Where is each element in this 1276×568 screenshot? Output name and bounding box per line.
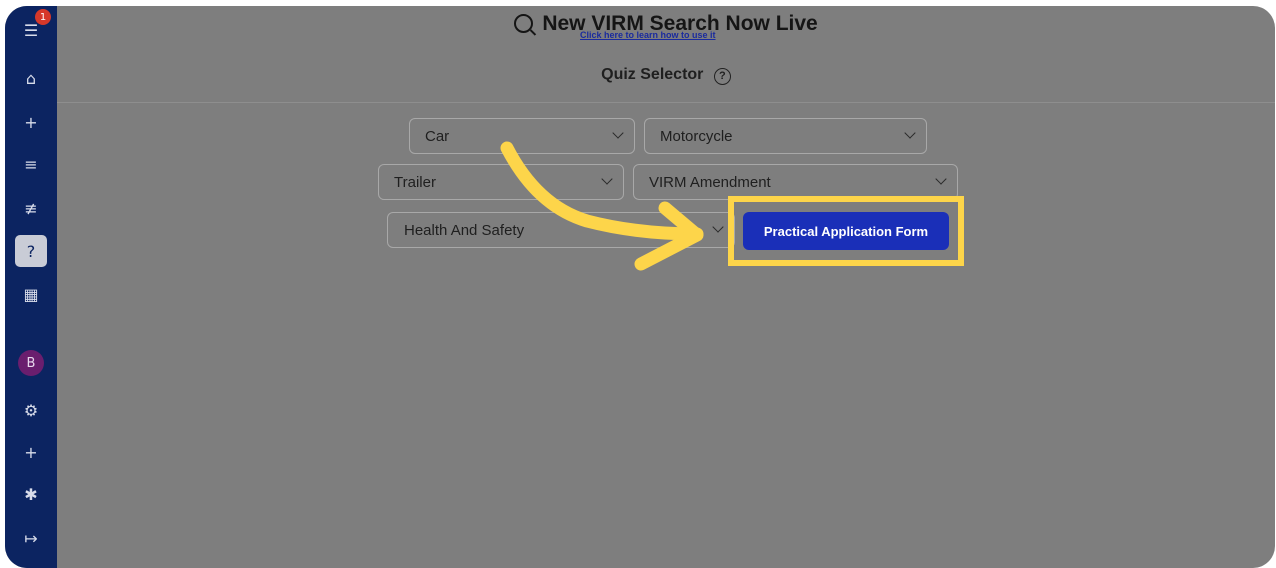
health-and-safety-select[interactable]: Health And Safety xyxy=(387,212,735,248)
trailer-select[interactable]: Trailer xyxy=(378,164,624,200)
quiz-selector-heading: Quiz Selector ? xyxy=(57,66,1275,85)
help-icon[interactable]: ? xyxy=(713,68,731,85)
virm-amendment-select[interactable]: VIRM Amendment xyxy=(633,164,958,200)
bug-icon[interactable]: ✱ xyxy=(15,478,47,510)
chevron-down-icon xyxy=(601,173,613,185)
add-icon[interactable]: + xyxy=(15,106,47,138)
sidebar: ☰ 1 ⌂ + ≡ ≢ ? ▦ B ⚙ + ✱ ↦ xyxy=(5,6,57,568)
add-user-icon[interactable]: + xyxy=(15,436,47,468)
edit-list-icon[interactable]: ≢ xyxy=(15,192,47,224)
chevron-down-icon xyxy=(935,173,947,185)
list-icon[interactable]: ≡ xyxy=(15,148,47,180)
quiz-selector-title: Quiz Selector xyxy=(601,66,704,83)
search-icon xyxy=(514,14,534,33)
logout-icon[interactable]: ↦ xyxy=(15,522,47,554)
calculator-icon[interactable]: ▦ xyxy=(15,278,47,310)
chevron-down-icon xyxy=(612,127,624,139)
notification-badge: 1 xyxy=(35,9,51,25)
virm-amendment-select-value: VIRM Amendment xyxy=(649,174,771,191)
practical-application-form-button[interactable]: Practical Application Form xyxy=(743,212,949,250)
health-and-safety-select-value: Health And Safety xyxy=(404,222,525,239)
home-icon[interactable]: ⌂ xyxy=(15,62,47,94)
quiz-icon[interactable]: ? xyxy=(15,235,47,267)
learn-how-link[interactable]: Click here to learn how to use it xyxy=(580,30,716,40)
settings-icon[interactable]: ⚙ xyxy=(15,394,47,426)
motorcycle-select-value: Motorcycle xyxy=(660,128,733,145)
app-window: ☰ 1 ⌂ + ≡ ≢ ? ▦ B ⚙ + ✱ ↦ New VIRM Searc… xyxy=(5,6,1275,568)
chevron-down-icon xyxy=(712,221,724,233)
main-content: New VIRM Search Now Live Click here to l… xyxy=(57,6,1275,568)
chevron-down-icon xyxy=(904,127,916,139)
avatar[interactable]: B xyxy=(18,350,44,376)
car-select[interactable]: Car xyxy=(409,118,635,154)
car-select-value: Car xyxy=(425,128,450,145)
trailer-select-value: Trailer xyxy=(394,174,436,191)
motorcycle-select[interactable]: Motorcycle xyxy=(644,118,927,154)
page-header: New VIRM Search Now Live Click here to l… xyxy=(57,6,1275,103)
